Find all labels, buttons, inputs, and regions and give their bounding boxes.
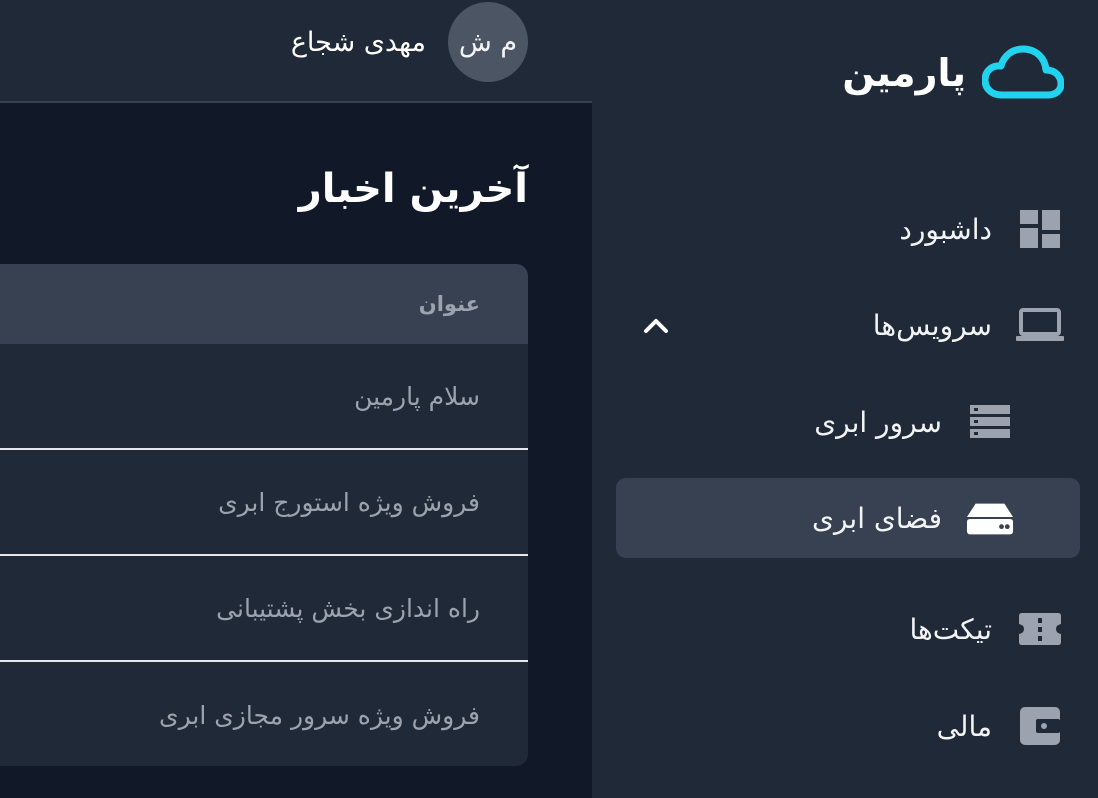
chevron-up-icon[interactable] xyxy=(642,311,670,339)
table-row[interactable]: راه اندازی بخش پشتیبانی xyxy=(0,556,528,662)
sidebar-item-cloud-server[interactable]: سرور ابری xyxy=(616,382,1080,462)
user-name: مهدی شجاع xyxy=(290,26,426,58)
news-row-title: فروش ویژه سرور مجازی ابری xyxy=(159,700,480,730)
news-row-title: راه اندازی بخش پشتیبانی xyxy=(216,593,480,623)
sidebar-item-tickets[interactable]: تیکت‌ها xyxy=(616,589,1080,669)
sidebar-item-finance[interactable]: مالی xyxy=(616,686,1080,766)
app-frame: م ش مهدی شجاع آخرین اخبار عنوان سلام پار… xyxy=(0,0,1098,798)
top-bar: م ش مهدی شجاع xyxy=(0,0,592,103)
server-icon xyxy=(966,398,1014,446)
sidebar-item-label: فضای ابری xyxy=(812,501,942,535)
column-header-title: عنوان xyxy=(418,292,480,316)
table-row[interactable]: فروش ویژه استورج ابری xyxy=(0,450,528,556)
cloud-icon xyxy=(982,45,1064,99)
dashboard-icon xyxy=(1016,205,1064,253)
sidebar: پارمین داشبورد سرویس‌ها xyxy=(592,0,1098,798)
news-row-title: فروش ویژه استورج ابری xyxy=(218,487,480,517)
brand[interactable]: پارمین xyxy=(842,38,1064,108)
sidebar-item-label: تیکت‌ها xyxy=(909,612,993,646)
sidebar-item-cloud-storage[interactable]: فضای ابری xyxy=(616,478,1080,558)
sidebar-item-label: سرویس‌ها xyxy=(872,308,992,342)
sidebar-item-dashboard[interactable]: داشبورد xyxy=(616,189,1080,269)
sidebar-item-label: مالی xyxy=(936,709,992,743)
sidebar-item-services[interactable]: سرویس‌ها xyxy=(616,285,1080,365)
user-menu[interactable]: م ش مهدی شجاع xyxy=(291,2,528,82)
table-row[interactable]: سلام پارمین xyxy=(0,344,528,450)
page-title: آخرین اخبار xyxy=(298,166,528,212)
sidebar-item-label: سرور ابری xyxy=(814,405,942,439)
news-table: عنوان سلام پارمین فروش ویژه استورج ابری … xyxy=(0,264,528,766)
sidebar-item-label: داشبورد xyxy=(899,212,992,246)
hard-drive-icon xyxy=(966,494,1014,542)
table-row[interactable]: فروش ویژه سرور مجازی ابری xyxy=(0,662,528,766)
brand-name: پارمین xyxy=(842,51,966,95)
ticket-icon xyxy=(1016,605,1064,653)
wallet-icon xyxy=(1016,702,1064,750)
avatar[interactable]: م ش xyxy=(448,2,528,82)
news-row-title: سلام پارمین xyxy=(354,381,480,411)
table-header: عنوان xyxy=(0,264,528,344)
laptop-icon xyxy=(1016,301,1064,349)
news-header: آخرین اخبار xyxy=(0,166,528,212)
